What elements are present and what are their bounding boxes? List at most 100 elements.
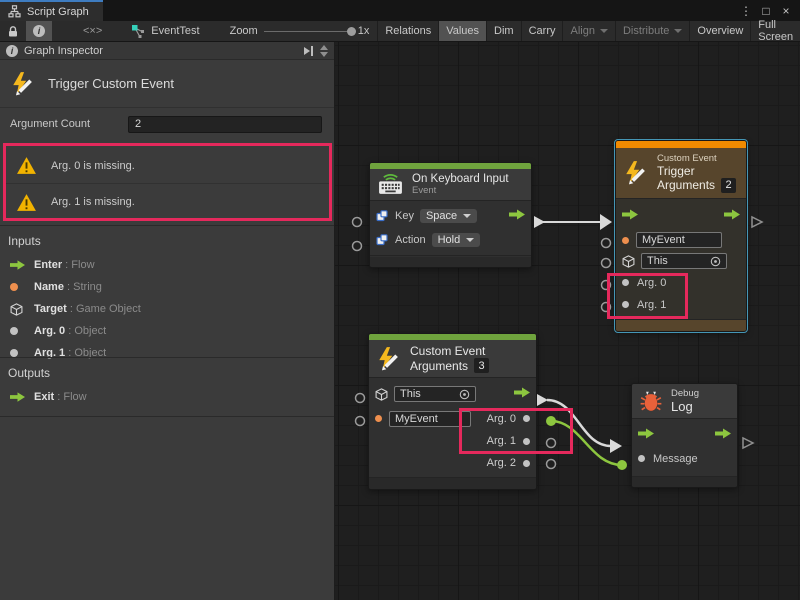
relations-button[interactable]: Relations	[377, 21, 438, 41]
close-icon[interactable]: ×	[778, 4, 794, 18]
window-controls: ⋮ □ ×	[738, 0, 800, 21]
object-port-icon[interactable]	[523, 460, 530, 467]
key-row: Key Space	[370, 204, 531, 228]
arg0-row: Arg. 0	[616, 272, 746, 294]
maximize-icon[interactable]: □	[758, 4, 774, 18]
zoom-value: 1x	[358, 25, 370, 37]
node-title: Log	[671, 399, 699, 414]
object-port-icon[interactable]	[622, 301, 629, 308]
tab-strip: Script Graph ⋮ □ ×	[0, 0, 800, 21]
panel-resize-buttons[interactable]	[320, 45, 330, 57]
zoom-slider-handle[interactable]	[347, 27, 356, 36]
toolbar-right-buttons: Relations Values Dim Carry Align Distrib…	[377, 21, 800, 41]
chevron-down-icon	[463, 214, 471, 218]
node-footer	[369, 478, 536, 489]
node-category: Debug	[671, 388, 699, 399]
port-row-name: Name : String	[0, 276, 334, 298]
object-picker-icon[interactable]	[459, 389, 470, 400]
target-row: This	[369, 381, 536, 407]
event-name-field[interactable]: MyEvent	[636, 232, 722, 248]
object-port-icon[interactable]	[523, 415, 530, 422]
wire-arg0-to-message[interactable]	[546, 416, 627, 470]
distribute-button[interactable]: Distribute	[615, 21, 689, 41]
object-port-icon	[10, 349, 18, 357]
object-port-icon[interactable]	[523, 438, 530, 445]
flow-arrow-icon	[10, 392, 26, 402]
action-dropdown[interactable]: Hold	[432, 233, 481, 247]
custom-event-icon	[623, 160, 649, 186]
argument-count-input[interactable]	[128, 116, 322, 133]
bug-icon	[639, 389, 663, 413]
flow-in-port[interactable]	[638, 426, 654, 444]
chevron-down-icon	[600, 29, 608, 33]
values-button[interactable]: Values	[438, 21, 486, 41]
gameobject-cube-icon	[10, 303, 26, 316]
zoom-control: Zoom 1x	[222, 21, 378, 41]
fullscreen-button[interactable]: Full Screen	[750, 21, 800, 41]
object-port-icon	[10, 327, 18, 335]
info-icon: i	[33, 25, 45, 37]
port-row-arg0: Arg. 0 : Object	[0, 320, 334, 342]
port-row-enter: Enter : Flow	[0, 254, 334, 276]
carry-button[interactable]: Carry	[521, 21, 563, 41]
graph-name: EventTest	[151, 25, 199, 37]
overview-button[interactable]: Overview	[689, 21, 750, 41]
inputs-header: Inputs	[0, 232, 334, 254]
graph-breadcrumb[interactable]: EventTest	[123, 21, 207, 41]
tab-script-graph[interactable]: Script Graph	[0, 0, 103, 21]
node-on-keyboard-input[interactable]: On Keyboard Input Event Key Space	[369, 162, 532, 268]
node-category: Custom Event	[410, 344, 489, 358]
align-button[interactable]: Align	[562, 21, 614, 41]
flow-out-port[interactable]	[514, 385, 530, 403]
target-field[interactable]: This	[641, 253, 727, 269]
object-picker-icon[interactable]	[710, 256, 721, 267]
event-name-field[interactable]: MyEvent	[389, 411, 471, 427]
event-name-row: MyEvent	[616, 230, 746, 251]
node-header: On Keyboard Input Event	[370, 169, 531, 200]
node-custom-event[interactable]: Custom Event Arguments 3 This	[368, 333, 537, 490]
inputs-section: Inputs Enter : Flow Name : String Tar	[0, 225, 334, 364]
key-dropdown[interactable]: Space	[420, 209, 477, 223]
gameobject-cube-icon[interactable]	[375, 388, 388, 401]
message-row: Message	[632, 448, 737, 469]
object-port-icon[interactable]	[638, 455, 645, 462]
flow-out-port[interactable]	[724, 207, 740, 225]
code-view-button[interactable]: <×>	[76, 21, 109, 41]
action-label: Action	[395, 234, 426, 246]
script-graph-window: Script Graph ⋮ □ × i <×>	[0, 0, 800, 600]
node-header: Custom Event Arguments 3	[369, 340, 536, 377]
target-row: This	[616, 251, 746, 272]
wire-keyboard-to-trigger[interactable]	[534, 214, 612, 230]
inspector-toggle-button[interactable]: i	[26, 21, 52, 41]
node-trigger-custom-event[interactable]: Custom Event Trigger Arguments 2	[615, 140, 747, 332]
dim-button[interactable]: Dim	[486, 21, 521, 41]
lock-button[interactable]	[0, 21, 26, 41]
graph-canvas[interactable]: On Keyboard Input Event Key Space	[335, 42, 800, 600]
menu-icon[interactable]: ⋮	[738, 4, 754, 18]
tab-title: Script Graph	[27, 6, 89, 18]
node-debug-log[interactable]: Debug Log Message	[631, 383, 738, 488]
dock-panel-icon[interactable]	[303, 45, 314, 57]
target-field[interactable]: This	[394, 386, 476, 402]
flow-out-port[interactable]	[715, 426, 731, 444]
object-port-icon[interactable]	[622, 279, 629, 286]
warning-text: Arg. 0 is missing.	[51, 160, 135, 172]
string-port-icon[interactable]	[375, 415, 382, 422]
keyboard-icon	[377, 174, 404, 195]
graph-icon	[131, 24, 145, 38]
node-category: Custom Event	[657, 153, 736, 164]
wire-receiver-to-debug[interactable]	[537, 394, 622, 453]
flow-in-port[interactable]	[622, 207, 638, 225]
zoom-slider[interactable]	[264, 31, 352, 32]
flow-out-port[interactable]	[509, 207, 525, 225]
string-port-icon[interactable]	[622, 237, 629, 244]
warning-icon	[16, 193, 37, 212]
node-color-bar	[616, 141, 746, 148]
arg1-row: Arg. 1	[616, 294, 746, 316]
gameobject-cube-icon[interactable]	[622, 255, 635, 268]
node-footer	[616, 320, 746, 331]
inspector-title-block: Trigger Custom Event	[0, 60, 334, 108]
arg0-output: Arg. 0	[487, 413, 530, 425]
outputs-section: Outputs Exit : Flow	[0, 357, 334, 417]
arg2-output-row: Arg. 2	[369, 452, 536, 474]
